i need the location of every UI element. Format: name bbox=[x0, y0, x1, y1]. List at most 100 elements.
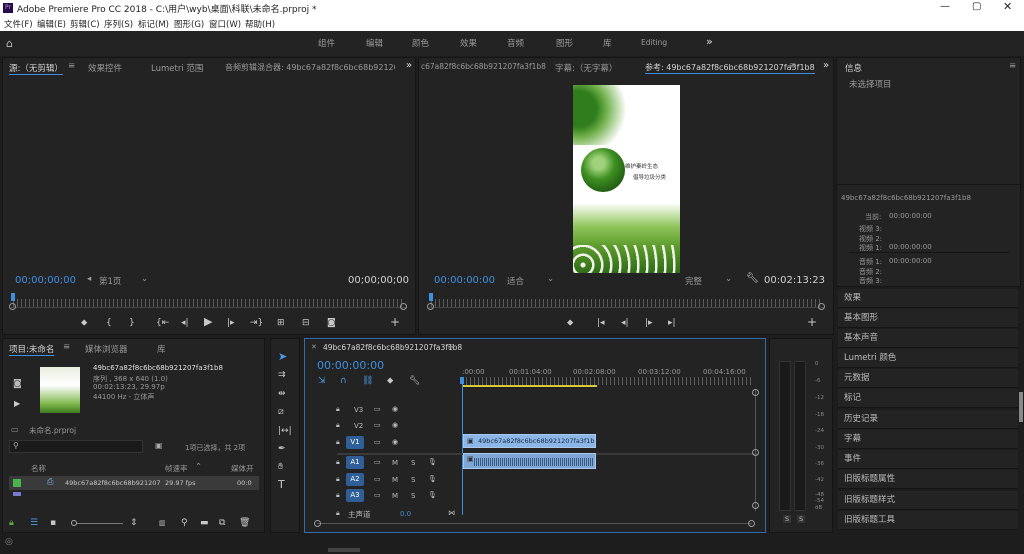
program-playhead[interactable] bbox=[429, 293, 433, 301]
source-menu-icon[interactable]: ≡ bbox=[68, 61, 75, 71]
fit-dropdown[interactable]: 适合 bbox=[507, 275, 524, 287]
workspace-libraries[interactable]: 库 bbox=[603, 37, 612, 49]
timeline-vscroll-top[interactable] bbox=[752, 389, 759, 396]
workspace-assembly[interactable]: 组件 bbox=[318, 37, 335, 49]
sync-lock-icon[interactable]: ▭ bbox=[374, 421, 381, 429]
timeline-ruler[interactable] bbox=[462, 377, 752, 385]
tab-source[interactable]: 源:（无剪辑） bbox=[9, 62, 63, 75]
linked-selection-icon[interactable]: ⛓︎ bbox=[362, 375, 373, 387]
panel-lumetri-color[interactable]: Lumetri 颜色 bbox=[838, 349, 1018, 368]
sync-lock-icon[interactable]: ▭ bbox=[374, 438, 381, 446]
source-timecode-in[interactable]: 00;00;00;00 bbox=[15, 275, 76, 286]
menu-help[interactable]: 帮助(H) bbox=[245, 18, 275, 30]
timeline-settings-icon[interactable]: 🔧︎ bbox=[409, 375, 420, 387]
automate-icon[interactable]: ▥ bbox=[159, 517, 166, 529]
tab-media-browser[interactable]: 媒体浏览器 bbox=[85, 343, 128, 355]
sort-ascending-icon[interactable]: ⌃ bbox=[195, 462, 202, 472]
more-tabs-icon[interactable]: » bbox=[406, 60, 412, 71]
play-thumbnail-icon[interactable]: ▶ bbox=[14, 399, 20, 408]
workspace-editing[interactable]: Editing bbox=[641, 38, 667, 47]
lock-icon[interactable]: 🔒︎ bbox=[336, 458, 340, 467]
program-scroll-handle-left[interactable] bbox=[427, 303, 434, 310]
timeline-timecode[interactable]: 00:00:00:00 bbox=[317, 359, 384, 372]
more-workspaces-icon[interactable]: » bbox=[706, 35, 713, 48]
find-icon[interactable]: ⚲ bbox=[181, 517, 188, 529]
tab-sequence[interactable]: 49bc67a82f8c6bc68b921207fa3f1b8 bbox=[323, 343, 462, 352]
clip-thumbnail[interactable] bbox=[40, 367, 80, 413]
panel-legacy-title-styles[interactable]: 旧版标题样式 bbox=[838, 491, 1018, 510]
close-sequence-icon[interactable]: ✕ bbox=[311, 343, 317, 351]
step-back-icon[interactable]: ◂| bbox=[181, 317, 189, 329]
sync-lock-icon[interactable]: ▭ bbox=[374, 475, 381, 483]
new-item-icon[interactable]: ⧉ bbox=[219, 517, 225, 529]
lift-icon[interactable]: ⬥ bbox=[567, 317, 573, 329]
add-button-icon[interactable]: + bbox=[390, 316, 400, 328]
camera-icon[interactable]: ◙ bbox=[327, 317, 336, 329]
more-tabs-icon[interactable]: » bbox=[823, 60, 829, 71]
panel-metadata[interactable]: 元数据 bbox=[838, 369, 1018, 388]
solo-icon[interactable]: S bbox=[411, 459, 415, 467]
sync-lock-icon[interactable]: ▭ bbox=[374, 458, 381, 466]
panel-events[interactable]: 事件 bbox=[838, 450, 1018, 469]
icon-view-icon[interactable]: ▪ bbox=[50, 517, 56, 529]
mic-icon[interactable]: 🎙︎ bbox=[428, 458, 437, 466]
wrench-icon[interactable]: ◂ bbox=[87, 274, 91, 284]
source-scroll-handle-right[interactable] bbox=[400, 303, 407, 310]
panel-history[interactable]: 历史记录 bbox=[838, 410, 1018, 429]
lock-icon[interactable]: 🔒︎ bbox=[9, 517, 14, 529]
menu-edit[interactable]: 编辑(E) bbox=[37, 18, 66, 30]
menu-file[interactable]: 文件(F) bbox=[4, 18, 33, 30]
minimize-icon[interactable]: — bbox=[940, 1, 950, 12]
timeline-vscroll-bottom[interactable] bbox=[752, 502, 759, 509]
tab-project[interactable]: 项目:未命名 bbox=[9, 343, 55, 356]
zoom-slider-handle[interactable] bbox=[71, 520, 77, 526]
master-volume[interactable]: 0.0 bbox=[400, 510, 411, 518]
track-name-v3[interactable]: V3 bbox=[354, 406, 363, 414]
sequence-menu-icon[interactable]: ≡ bbox=[447, 342, 454, 352]
project-menu-icon[interactable]: ≡ bbox=[63, 342, 70, 352]
panel-legacy-title-properties[interactable]: 旧版标题属性 bbox=[838, 470, 1018, 489]
reference-menu-icon[interactable]: ≡ bbox=[789, 61, 796, 71]
zoom-slider[interactable] bbox=[73, 523, 123, 524]
track-name-a1[interactable]: A1 bbox=[346, 456, 364, 469]
workspace-graphics[interactable]: 图形 bbox=[556, 37, 573, 49]
lock-icon[interactable]: 🔒︎ bbox=[336, 421, 340, 430]
eye-icon[interactable]: ◉ bbox=[392, 405, 398, 413]
ripple-edit-tool-icon[interactable]: ⇹ bbox=[278, 388, 286, 400]
sync-lock-icon[interactable]: ▭ bbox=[374, 405, 381, 413]
insert-icon[interactable]: ⊞ bbox=[277, 317, 285, 329]
sort-icon[interactable]: ⇕ bbox=[130, 517, 138, 529]
audio-clip[interactable]: ▣ bbox=[463, 453, 596, 469]
snap-icon[interactable]: ∩ bbox=[340, 375, 347, 387]
mute-icon[interactable]: M bbox=[392, 492, 398, 500]
source-scrollbar[interactable] bbox=[11, 307, 406, 308]
track-name-v1[interactable]: V1 bbox=[346, 436, 364, 449]
panel-captions[interactable]: 字幕 bbox=[838, 430, 1018, 449]
solo-left-button[interactable]: S bbox=[783, 515, 792, 523]
lock-icon[interactable]: 🔒︎ bbox=[336, 475, 340, 484]
column-frame-rate[interactable]: 帧速率 bbox=[165, 463, 188, 474]
panel-legacy-title-tools[interactable]: 旧版标题工具 bbox=[838, 511, 1018, 530]
tab-libraries[interactable]: 库 bbox=[157, 343, 166, 355]
fit-dropdown-icon[interactable]: ⌄ bbox=[547, 274, 554, 284]
panel-markers[interactable]: 标记 bbox=[838, 389, 1018, 408]
play-icon[interactable]: ▶ bbox=[204, 316, 212, 328]
quality-dropdown-icon[interactable]: ⌄ bbox=[725, 274, 732, 284]
panel-essential-sound[interactable]: 基本声音 bbox=[838, 329, 1018, 348]
tab-lumetri-scopes[interactable]: Lumetri 范围 bbox=[151, 62, 203, 74]
menu-marker[interactable]: 标记(M) bbox=[138, 18, 169, 30]
lock-icon[interactable]: 🔒︎ bbox=[336, 438, 340, 447]
go-to-out-icon[interactable]: ⇥} bbox=[250, 317, 263, 329]
column-name[interactable]: 名称 bbox=[31, 463, 46, 474]
program-time-ruler[interactable] bbox=[431, 299, 823, 307]
pen-tool-icon[interactable]: ✒ bbox=[278, 443, 286, 455]
search-icon[interactable]: ⚲ bbox=[13, 441, 19, 450]
home-icon[interactable]: ⌂ bbox=[6, 37, 13, 50]
add-marker-icon[interactable]: ⬥ bbox=[387, 375, 393, 387]
menu-sequence[interactable]: 序列(S) bbox=[104, 18, 133, 30]
menu-graphics[interactable]: 图形(G) bbox=[174, 18, 204, 30]
tab-captions[interactable]: 字幕:（无字幕） bbox=[555, 62, 617, 74]
project-list-item[interactable]: ⎙ 49bc67a82f8c6bc68b921207 29.97 fps 00:… bbox=[9, 476, 259, 490]
tab-audio-clip-mixer[interactable]: 音频剪辑混合器: 49bc67a82f8c6bc68b921207f bbox=[225, 62, 395, 73]
solo-icon[interactable]: S bbox=[411, 492, 415, 500]
